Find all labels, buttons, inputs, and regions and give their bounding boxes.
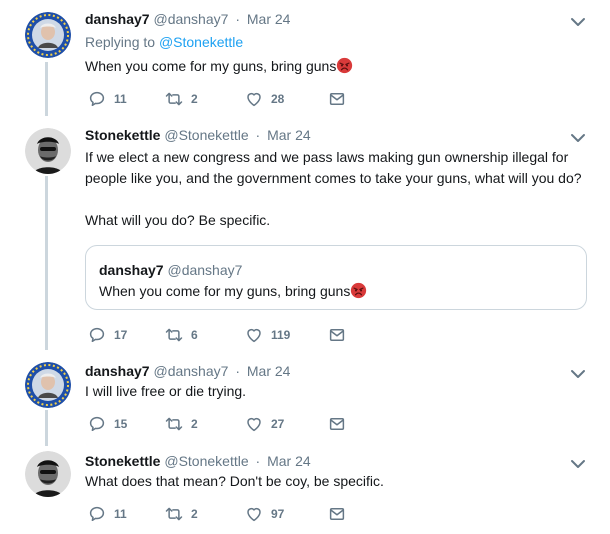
tweet-header: Stonekettle @Stonekettle · Mar 24	[85, 452, 594, 470]
tweet-actions: 17 6 119	[85, 325, 385, 345]
separator-dot: ·	[235, 11, 240, 27]
like-count: 28	[271, 92, 285, 106]
reply-count: 17	[114, 328, 128, 342]
tweet-text-content: When you come for my guns, bring guns	[85, 58, 337, 74]
reply-button[interactable]: 11	[88, 89, 127, 109]
quoted-tweet[interactable]: danshay7 @danshay7 When you come for my …	[85, 245, 587, 310]
retweet-icon	[165, 505, 183, 523]
thread-line	[45, 176, 48, 350]
tweet-text: When you come for my guns, bring guns	[85, 56, 594, 77]
quoted-tweet-text: When you come for my guns, bring guns	[99, 281, 367, 301]
heart-icon	[245, 326, 263, 344]
reply-button[interactable]: 15	[88, 414, 127, 434]
angry-face-emoji-icon	[350, 282, 367, 299]
like-count: 97	[271, 507, 285, 521]
replying-to-label: Replying to	[85, 34, 156, 50]
quoted-tweet-text-content: When you come for my guns, bring guns	[99, 283, 351, 299]
reply-button[interactable]: 11	[88, 504, 127, 524]
direct-message-button[interactable]	[328, 325, 354, 345]
quoted-display-name: danshay7	[99, 262, 164, 278]
tweet-text: I will live free or die trying.	[85, 383, 247, 399]
chevron-down-icon[interactable]	[570, 16, 586, 28]
tweet-text: If we elect a new congress and we pass l…	[85, 149, 582, 228]
reply-icon	[88, 505, 106, 523]
heart-icon	[245, 505, 263, 523]
retweet-button[interactable]: 6	[165, 325, 198, 345]
display-name[interactable]: Stonekettle	[85, 127, 160, 143]
retweet-count: 2	[191, 417, 198, 431]
avatar[interactable]	[25, 128, 71, 174]
tweet-header: danshay7 @danshay7 · Mar 24	[85, 10, 594, 28]
reply-icon	[88, 415, 106, 433]
thread-line	[45, 62, 48, 116]
user-handle[interactable]: @Stonekettle	[164, 453, 248, 469]
heart-icon	[245, 415, 263, 433]
reply-icon	[88, 90, 106, 108]
chevron-down-icon[interactable]	[570, 368, 586, 380]
reply-icon	[88, 326, 106, 344]
user-handle[interactable]: @danshay7	[153, 363, 228, 379]
avatar[interactable]	[25, 12, 71, 58]
reply-button[interactable]: 17	[88, 325, 127, 345]
retweet-button[interactable]: 2	[165, 504, 198, 524]
user-handle[interactable]: @danshay7	[153, 11, 228, 27]
tweet-actions: 11 2 97	[85, 504, 385, 524]
retweet-icon	[165, 415, 183, 433]
tweet-text: What does that mean? Don't be coy, be sp…	[85, 473, 384, 489]
envelope-icon	[328, 505, 346, 523]
separator-dot: ·	[235, 363, 240, 379]
replying-to: Replying to @Stonekettle	[85, 34, 594, 50]
reply-count: 11	[114, 507, 127, 521]
retweet-button[interactable]: 2	[165, 89, 198, 109]
chevron-down-icon[interactable]	[570, 132, 586, 144]
retweet-count: 2	[191, 507, 198, 521]
like-count: 119	[271, 328, 291, 342]
envelope-icon	[328, 326, 346, 344]
avatar[interactable]	[25, 362, 71, 408]
like-button[interactable]: 27	[245, 414, 284, 434]
tweet-actions: 11 2 28	[85, 89, 385, 109]
retweet-count: 2	[191, 92, 198, 106]
tweet-header: danshay7 @danshay7 · Mar 24	[85, 362, 594, 380]
user-handle[interactable]: @Stonekettle	[164, 127, 248, 143]
direct-message-button[interactable]	[328, 504, 354, 524]
direct-message-button[interactable]	[328, 89, 354, 109]
envelope-icon	[328, 90, 346, 108]
chevron-down-icon[interactable]	[570, 458, 586, 470]
reply-count: 15	[114, 417, 128, 431]
like-button[interactable]: 28	[245, 89, 284, 109]
display-name[interactable]: Stonekettle	[85, 453, 160, 469]
timestamp[interactable]: Mar 24	[247, 11, 291, 27]
tweet-actions: 15 2 27	[85, 414, 385, 434]
timestamp[interactable]: Mar 24	[267, 127, 311, 143]
like-button[interactable]: 97	[245, 504, 284, 524]
retweet-count: 6	[191, 328, 198, 342]
display-name[interactable]: danshay7	[85, 11, 150, 27]
envelope-icon	[328, 415, 346, 433]
heart-icon	[245, 90, 263, 108]
like-count: 27	[271, 417, 285, 431]
quoted-user-handle: @danshay7	[167, 262, 243, 278]
thread-line	[45, 410, 48, 446]
separator-dot: ·	[255, 127, 261, 143]
tweet-header: Stonekettle @Stonekettle · Mar 24	[85, 126, 594, 144]
separator-dot: ·	[255, 453, 261, 469]
timestamp[interactable]: Mar 24	[267, 453, 311, 469]
angry-face-emoji-icon	[336, 57, 353, 74]
timestamp[interactable]: Mar 24	[247, 363, 291, 379]
retweet-button[interactable]: 2	[165, 414, 198, 434]
display-name[interactable]: danshay7	[85, 363, 150, 379]
retweet-icon	[165, 326, 183, 344]
direct-message-button[interactable]	[328, 414, 354, 434]
avatar[interactable]	[25, 451, 71, 497]
quoted-tweet-header: danshay7 @danshay7	[99, 262, 242, 278]
reply-count: 11	[114, 92, 127, 106]
like-button[interactable]: 119	[245, 325, 290, 345]
retweet-icon	[165, 90, 183, 108]
replying-to-link[interactable]: @Stonekettle	[159, 34, 243, 50]
